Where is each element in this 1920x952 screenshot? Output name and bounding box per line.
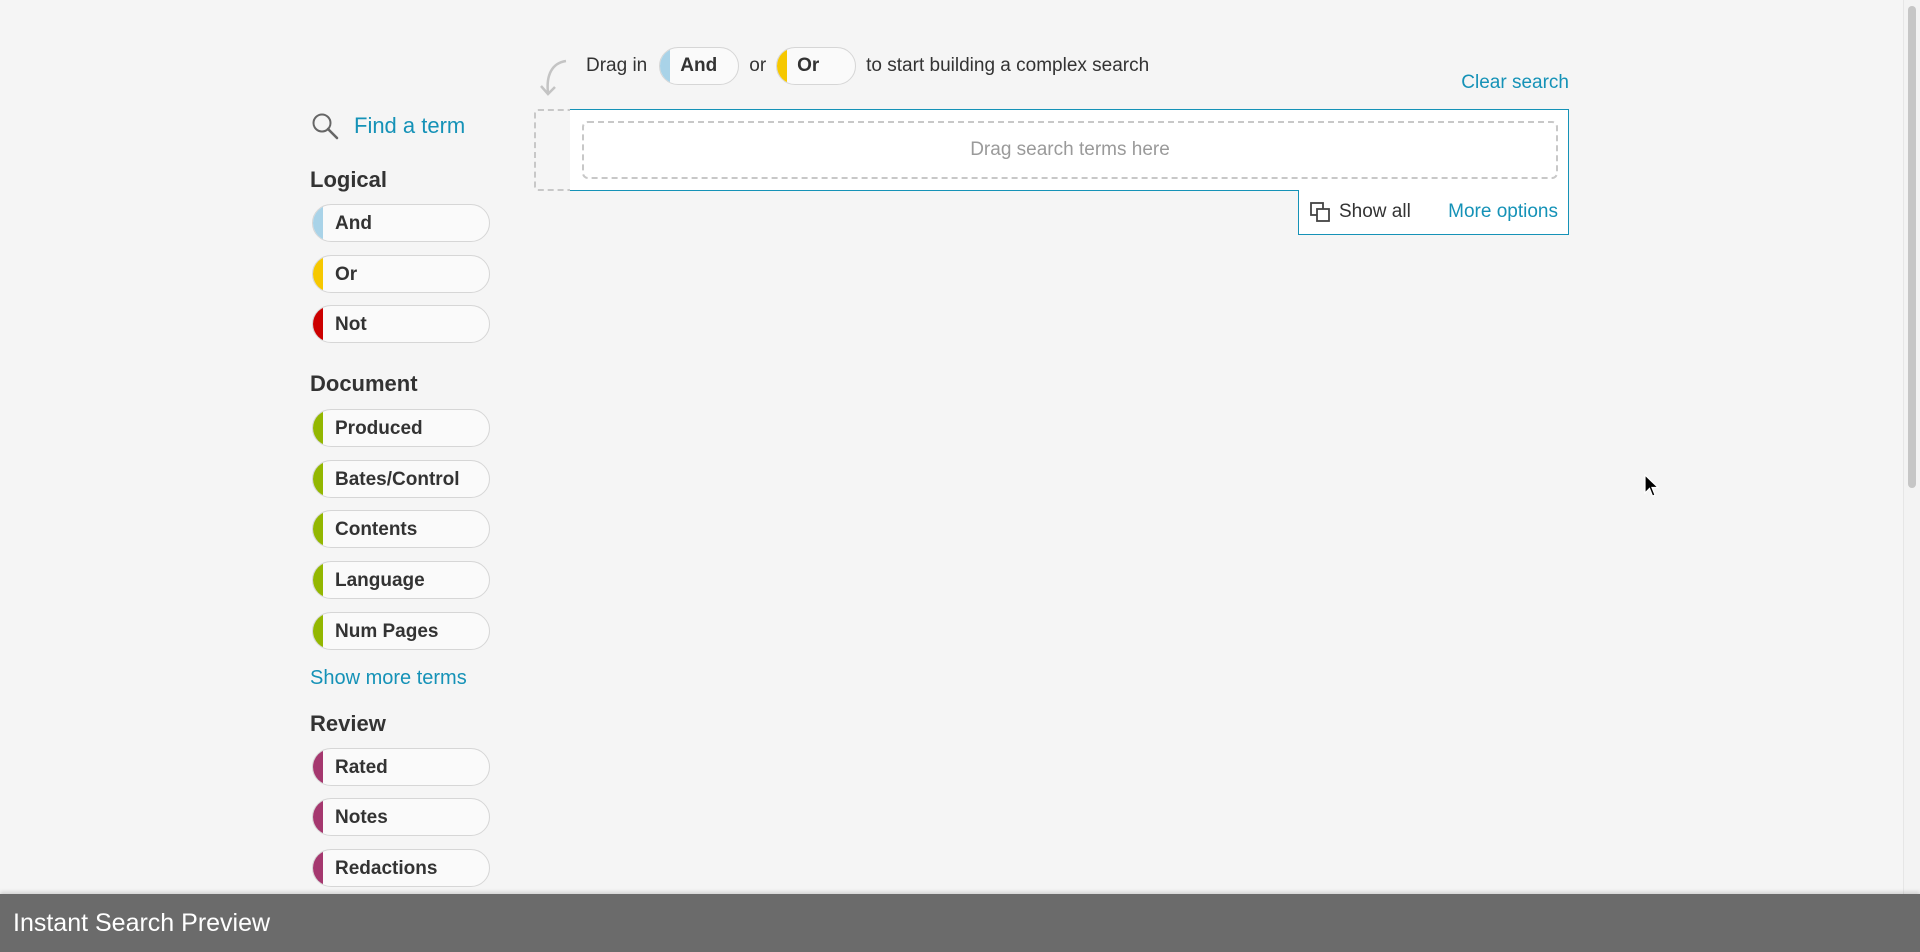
term-label: Produced (335, 418, 423, 440)
find-term-link[interactable]: Find a term (310, 108, 510, 144)
term-and[interactable]: And (312, 204, 490, 242)
term-color-bar (313, 849, 323, 886)
term-label: And (335, 213, 372, 234)
hint-or-label: Or (797, 55, 820, 76)
term-notes[interactable]: Notes (312, 798, 490, 837)
term-label: Rated (335, 756, 388, 778)
term-redactions[interactable]: Redactions (312, 848, 490, 887)
term-color-bar (313, 205, 323, 241)
hint-or-text: or (749, 55, 767, 76)
hint-and-label: And (680, 55, 718, 76)
pill-color-bar (777, 48, 788, 84)
search-icon (312, 113, 339, 140)
instant-search-preview-bar[interactable]: Instant Search Preview (0, 894, 1920, 952)
term-or[interactable]: Or (312, 254, 490, 293)
pill-color-bar (660, 48, 671, 84)
scrollbar-track[interactable] (1903, 0, 1920, 894)
section-title-review: Review (310, 710, 386, 736)
show-more-terms-link[interactable]: Show more terms (310, 663, 510, 693)
query-builder: Drag search terms here (570, 109, 1569, 191)
section-title-logical: Logical (310, 167, 388, 192)
scrollbar-thumb[interactable] (1908, 6, 1916, 488)
term-color-bar (313, 511, 323, 548)
term-label: Notes (335, 807, 388, 829)
show-all-label: Show all (1339, 201, 1411, 222)
term-produced[interactable]: Produced (312, 409, 490, 448)
term-not[interactable]: Not (312, 305, 490, 344)
term-color-bar (313, 612, 323, 649)
clear-search-link[interactable]: Clear search (1461, 72, 1569, 94)
find-term-label: Find a term (354, 113, 466, 138)
hint-or-pill[interactable]: Or (776, 47, 857, 85)
term-label: Contents (335, 519, 418, 541)
term-contents[interactable]: Contents (312, 510, 490, 549)
term-color-bar (313, 306, 323, 343)
hint-and-pill[interactable]: And (659, 47, 740, 85)
term-rated[interactable]: Rated (312, 747, 490, 786)
hint-suffix-text: to start building a complex search (866, 55, 1150, 76)
mouse-cursor-icon (1644, 474, 1660, 497)
more-options-link[interactable]: More options (1448, 201, 1558, 223)
term-label: Bates/Control (335, 468, 460, 490)
term-bates-control[interactable]: Bates/Control (312, 459, 490, 498)
term-sidebar: Find a term Logical And Or Not Document … (310, 108, 510, 900)
search-drop-zone[interactable]: Drag search terms here (582, 121, 1558, 179)
show-all-button[interactable]: Show all (1309, 201, 1411, 223)
query-options-bar: Show all More options (1298, 190, 1569, 235)
curved-arrow-icon (540, 59, 567, 96)
term-color-bar (313, 410, 323, 447)
term-color-bar (313, 255, 323, 292)
term-color-bar (313, 460, 323, 497)
drag-hint: Drag in And or Or to start building a co… (536, 46, 1150, 96)
drop-zone-placeholder: Drag search terms here (970, 139, 1170, 160)
hint-drag-in-text: Drag in (586, 55, 648, 76)
term-label: Language (335, 570, 425, 592)
term-num-pages[interactable]: Num Pages (312, 611, 490, 650)
copy-icon (1310, 202, 1330, 222)
term-label: Or (335, 263, 358, 285)
term-color-bar (313, 562, 323, 599)
term-color-bar (313, 748, 323, 785)
term-label: Not (335, 314, 367, 336)
term-label: Redactions (335, 857, 438, 879)
term-language[interactable]: Language (312, 561, 490, 600)
footer-title: Instant Search Preview (13, 909, 271, 937)
term-label: Num Pages (335, 620, 439, 642)
section-title-document: Document (310, 371, 418, 397)
term-color-bar (313, 799, 323, 836)
group-drop-handle[interactable] (534, 109, 570, 191)
